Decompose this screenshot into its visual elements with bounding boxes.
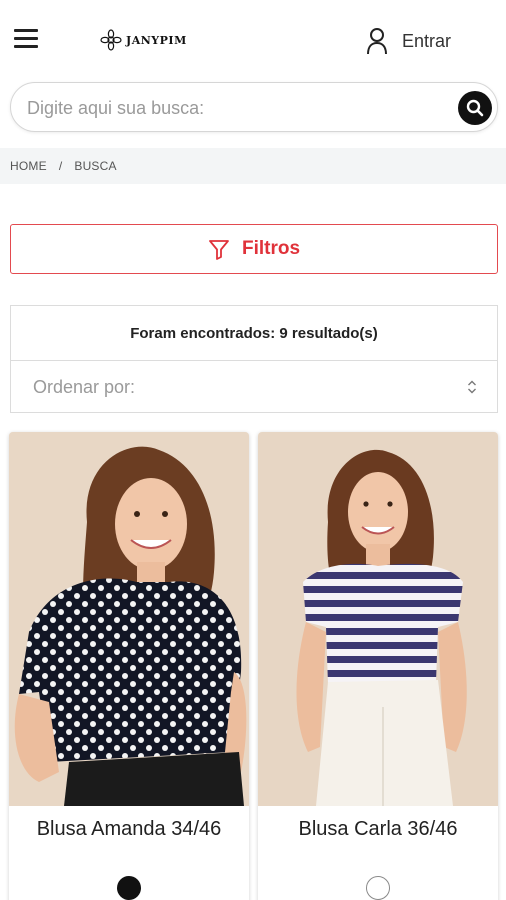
breadcrumb-separator: / — [58, 159, 63, 173]
sort-select[interactable]: Ordenar por: — [11, 361, 497, 413]
search-input[interactable] — [27, 93, 447, 123]
search-icon — [466, 99, 484, 117]
breadcrumb: HOME / BUSCA — [0, 148, 506, 184]
product-image[interactable] — [9, 432, 249, 806]
product-image[interactable] — [258, 432, 498, 806]
login-button[interactable]: Entrar — [366, 26, 451, 56]
product-name[interactable]: Blusa Amanda 34/46 — [9, 818, 249, 841]
search-button[interactable] — [458, 91, 492, 125]
logo-text: JANYPIM — [126, 33, 187, 47]
search-bar — [10, 82, 498, 132]
color-swatch-white[interactable] — [366, 876, 390, 900]
product-name[interactable]: Blusa Carla 36/46 — [258, 818, 498, 841]
breadcrumb-home[interactable]: HOME — [10, 159, 47, 173]
filter-icon — [209, 240, 229, 260]
user-icon — [367, 28, 387, 55]
breadcrumb-current: BUSCA — [74, 159, 117, 173]
color-swatch-black[interactable] — [117, 876, 141, 900]
filters-button[interactable]: Filtros — [10, 224, 498, 274]
chevron-up-down-icon — [468, 380, 476, 394]
results-count: Foram encontrados: 9 resultado(s) — [11, 306, 497, 361]
hamburger-icon[interactable] — [14, 29, 38, 49]
logo-flower-icon — [100, 29, 122, 51]
filters-label: Filtros — [241, 238, 301, 259]
product-card[interactable]: Blusa Carla 36/46 — [258, 432, 498, 900]
site-logo[interactable]: JANYPIM — [100, 29, 187, 51]
results-panel: Foram encontrados: 9 resultado(s) Ordena… — [10, 305, 498, 413]
login-label: Entrar — [402, 30, 452, 51]
product-card[interactable]: Blusa Amanda 34/46 — [9, 432, 249, 900]
site-header: JANYPIM Entrar — [0, 0, 506, 80]
sort-placeholder: Ordenar por: — [33, 376, 136, 397]
